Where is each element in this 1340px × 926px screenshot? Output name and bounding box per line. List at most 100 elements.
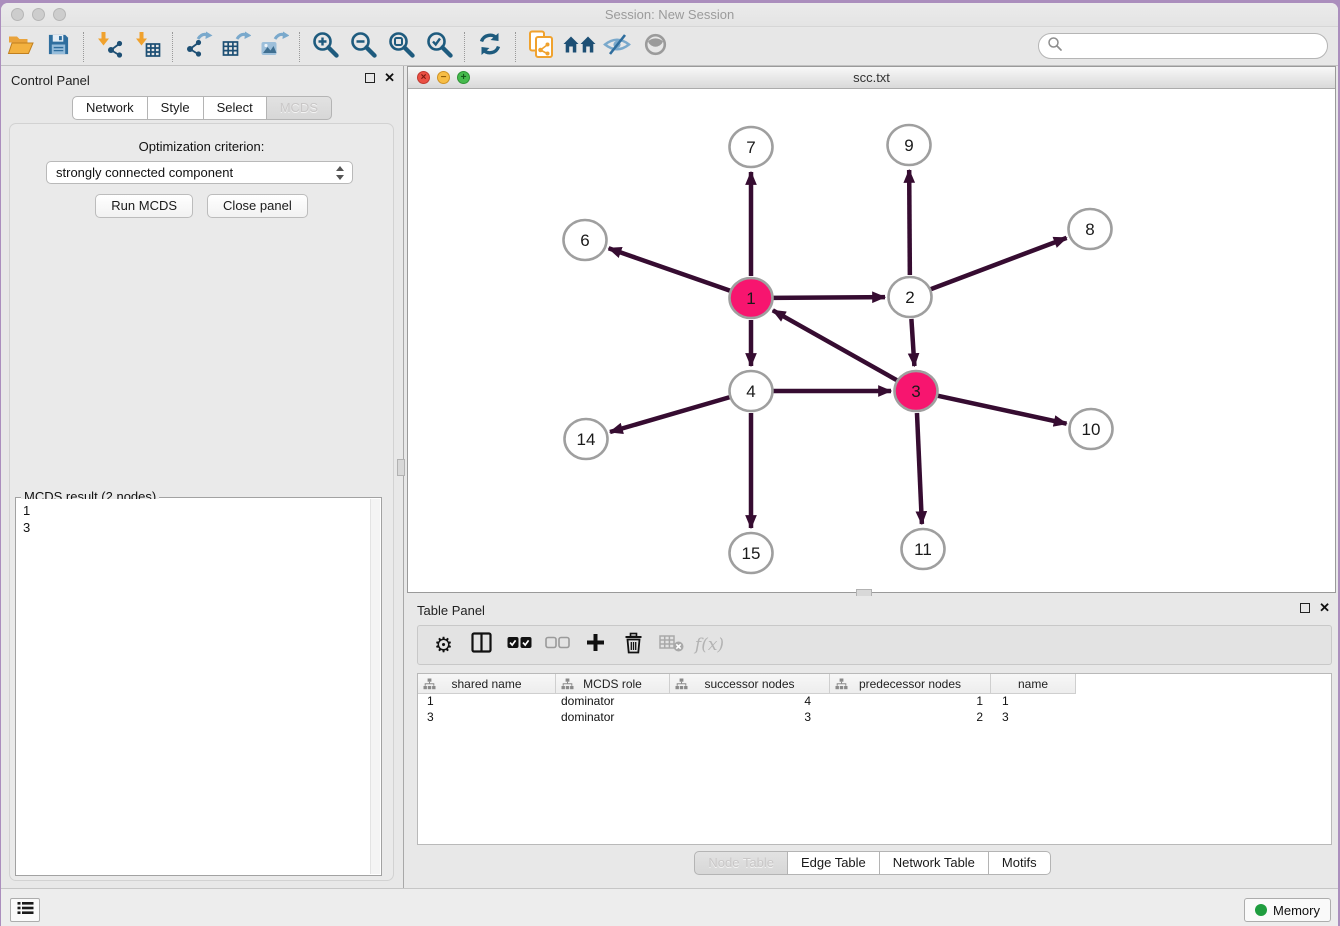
column-label: shared name xyxy=(451,677,521,691)
toolbar-separator xyxy=(83,32,84,62)
network-view-window: × − + scc.txt 1234678910111415 xyxy=(407,66,1336,593)
export-network-icon xyxy=(184,31,213,63)
control-panel: Control Panel ✕ Network Style Select MCD… xyxy=(1,66,404,888)
hide-panels-button[interactable] xyxy=(598,30,636,64)
tab-style[interactable]: Style xyxy=(148,96,204,120)
table-settings-button[interactable]: ⚙ xyxy=(428,629,459,661)
column-header-predecessor-nodes[interactable]: predecessor nodes xyxy=(830,674,991,694)
duplicate-network-button[interactable] xyxy=(522,30,560,64)
graph-node-label-14: 14 xyxy=(577,430,596,449)
search-input[interactable] xyxy=(1063,36,1327,56)
delete-table-button[interactable] xyxy=(656,629,687,661)
select-all-button[interactable] xyxy=(504,629,535,661)
result-scrollbar[interactable] xyxy=(370,499,380,874)
tab-network-table[interactable]: Network Table xyxy=(880,851,989,875)
zoom-in-button[interactable] xyxy=(306,30,344,64)
table-row[interactable]: 3 dominator 3 2 3 xyxy=(418,710,1331,726)
graph-edge-4-14[interactable] xyxy=(610,397,730,432)
network-window-titlebar[interactable]: × − + scc.txt xyxy=(408,67,1335,89)
checked-boxes-icon xyxy=(507,636,532,654)
eye-gray-icon xyxy=(642,32,669,62)
window-title: Session: New Session xyxy=(1,7,1338,22)
graph-node-label-15: 15 xyxy=(742,544,761,563)
task-history-button[interactable] xyxy=(10,898,40,922)
criterion-dropdown[interactable]: strongly connected component xyxy=(46,161,353,184)
refresh-button[interactable] xyxy=(471,30,509,64)
graph-edge-2-8[interactable] xyxy=(931,238,1067,289)
import-table-icon xyxy=(133,31,161,63)
cell-shared-name: 3 xyxy=(418,710,556,726)
memory-button[interactable]: Memory xyxy=(1244,898,1331,922)
refresh-icon xyxy=(477,31,503,62)
zoom-fit-button[interactable] xyxy=(382,30,420,64)
tab-network[interactable]: Network xyxy=(72,96,148,120)
graph-node-label-9: 9 xyxy=(904,136,913,155)
graph-edge-3-11[interactable] xyxy=(917,413,922,524)
home-button[interactable] xyxy=(560,30,598,64)
export-image-icon xyxy=(260,31,289,63)
column-header-shared-name[interactable]: shared name xyxy=(418,674,556,694)
criterion-value: strongly connected component xyxy=(56,165,233,180)
column-header-mcds-role[interactable]: MCDS role xyxy=(556,674,670,694)
network-graph[interactable]: 1234678910111415 xyxy=(408,89,1335,592)
import-network-icon xyxy=(95,31,123,63)
export-image-button[interactable] xyxy=(255,30,293,64)
zoom-out-button[interactable] xyxy=(344,30,382,64)
show-panels-button[interactable] xyxy=(636,30,674,64)
toolbar-separator xyxy=(172,32,173,62)
attribute-tree-icon xyxy=(835,678,848,693)
cell-predecessor-nodes: 2 xyxy=(830,710,991,726)
open-session-button[interactable] xyxy=(1,30,39,64)
tab-edge-table[interactable]: Edge Table xyxy=(788,851,880,875)
close-panel-icon[interactable]: ✕ xyxy=(1319,603,1330,613)
column-header-name[interactable]: name xyxy=(991,674,1076,694)
zoom-in-icon xyxy=(311,30,340,64)
float-panel-icon[interactable] xyxy=(1300,603,1310,613)
unchecked-boxes-icon xyxy=(545,636,570,654)
column-label: successor nodes xyxy=(704,677,794,691)
tab-select[interactable]: Select xyxy=(204,96,267,120)
close-panel-icon[interactable]: ✕ xyxy=(384,73,395,83)
graph-node-label-1: 1 xyxy=(746,289,755,308)
import-network-button[interactable] xyxy=(90,30,128,64)
attribute-tree-icon xyxy=(423,678,436,693)
graph-edge-2-9[interactable] xyxy=(909,170,910,275)
float-panel-icon[interactable] xyxy=(365,73,375,83)
tab-mcds[interactable]: MCDS xyxy=(267,96,332,120)
column-label: predecessor nodes xyxy=(859,677,961,691)
graph-edge-1-6[interactable] xyxy=(609,248,731,290)
run-mcds-button[interactable]: Run MCDS xyxy=(95,194,193,218)
add-column-button[interactable] xyxy=(580,629,611,661)
cell-successor-nodes: 4 xyxy=(670,694,830,710)
export-table-button[interactable] xyxy=(217,30,255,64)
network-canvas[interactable]: 1234678910111415 xyxy=(408,89,1335,592)
graph-edge-2-3[interactable] xyxy=(911,319,914,366)
graph-edge-3-10[interactable] xyxy=(937,396,1066,424)
export-network-button[interactable] xyxy=(179,30,217,64)
control-panel-title: Control Panel xyxy=(11,73,90,88)
delete-column-button[interactable] xyxy=(618,629,649,661)
function-builder-button[interactable]: f(x) xyxy=(694,629,725,661)
close-panel-button[interactable]: Close panel xyxy=(207,194,308,218)
cell-shared-name: 1 xyxy=(418,694,556,710)
graph-node-label-7: 7 xyxy=(746,138,755,157)
global-search-field[interactable] xyxy=(1038,33,1328,59)
zoom-selected-button[interactable] xyxy=(420,30,458,64)
zoom-fit-icon xyxy=(387,30,416,64)
vertical-splitter-handle[interactable] xyxy=(397,459,405,476)
tab-motifs[interactable]: Motifs xyxy=(989,851,1051,875)
table-row[interactable]: 1 dominator 4 1 1 xyxy=(418,694,1331,710)
import-table-button[interactable] xyxy=(128,30,166,64)
cell-name: 3 xyxy=(991,710,1076,726)
deselect-all-button[interactable] xyxy=(542,629,573,661)
save-session-button[interactable] xyxy=(39,30,77,64)
tab-node-table[interactable]: Node Table xyxy=(694,851,788,875)
column-header-successor-nodes[interactable]: successor nodes xyxy=(670,674,830,694)
toolbar-separator xyxy=(299,32,300,62)
graph-edge-3-1[interactable] xyxy=(773,310,897,380)
table-panel-title: Table Panel xyxy=(417,603,485,618)
split-columns-button[interactable] xyxy=(466,629,497,661)
graph-edge-1-2[interactable] xyxy=(773,297,885,298)
optimization-criterion-label: Optimization criterion: xyxy=(10,139,393,154)
mcds-result-list[interactable]: 1 3 xyxy=(17,499,380,874)
